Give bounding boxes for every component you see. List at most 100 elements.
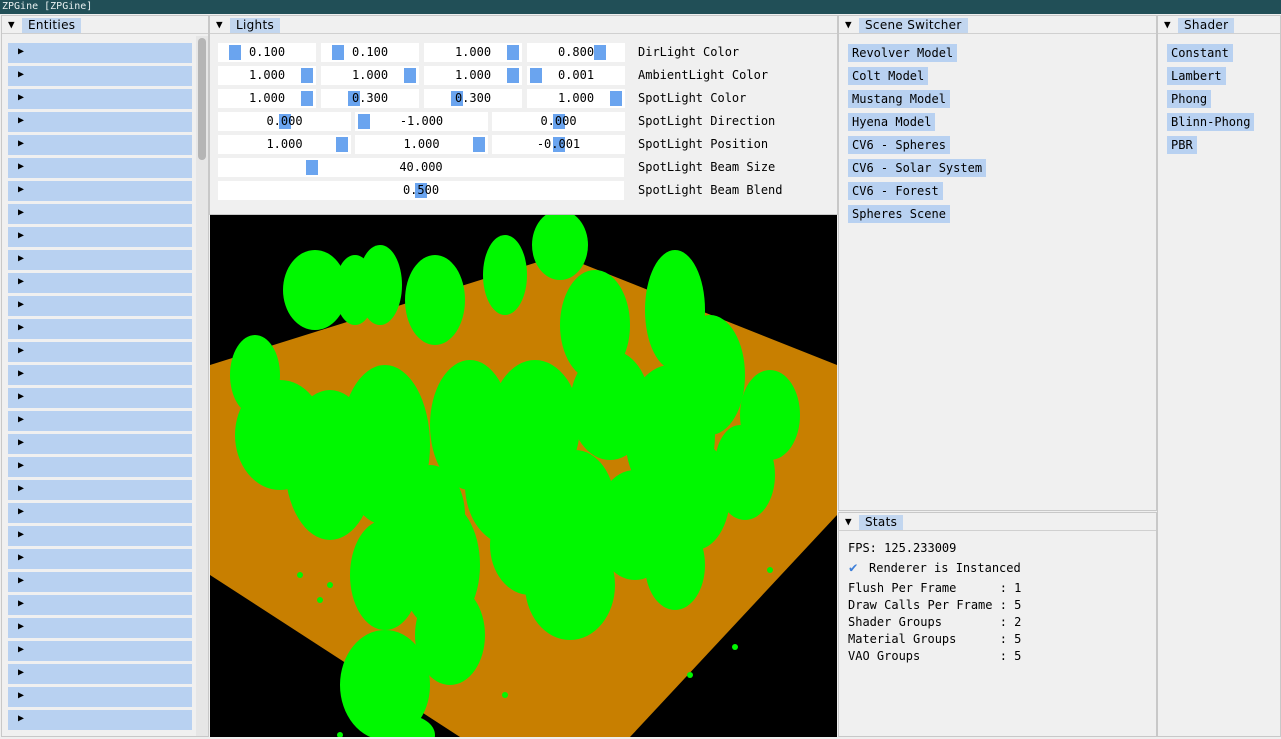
expand-triangle-icon[interactable]: ▶: [18, 621, 24, 632]
slider-grab[interactable]: [301, 68, 313, 83]
entity-row[interactable]: ▶: [8, 273, 192, 293]
expand-triangle-icon[interactable]: ▶: [18, 713, 24, 724]
expand-triangle-icon[interactable]: ▶: [18, 529, 24, 540]
slider-field[interactable]: 1.000: [321, 66, 419, 85]
entity-row[interactable]: ▶: [8, 710, 192, 730]
entity-row[interactable]: ▶: [8, 595, 192, 615]
expand-triangle-icon[interactable]: ▶: [18, 506, 24, 517]
entity-row[interactable]: ▶: [8, 181, 192, 201]
entity-row[interactable]: ▶: [8, 365, 192, 385]
expand-triangle-icon[interactable]: ▶: [18, 276, 24, 287]
slider-field[interactable]: 0.300: [321, 89, 419, 108]
slider-grab[interactable]: [473, 137, 485, 152]
shader-button[interactable]: Phong: [1167, 90, 1212, 108]
scene-button[interactable]: CV6 - Solar System: [848, 159, 987, 177]
entities-header[interactable]: ▼ Entities: [2, 16, 208, 34]
entity-row[interactable]: ▶: [8, 135, 192, 155]
entity-row[interactable]: ▶: [8, 480, 192, 500]
expand-triangle-icon[interactable]: ▶: [18, 230, 24, 241]
entity-row[interactable]: ▶: [8, 457, 192, 477]
renderer-instanced-label[interactable]: Renderer is Instanced: [869, 561, 1021, 575]
expand-triangle-icon[interactable]: ▶: [18, 207, 24, 218]
entity-row[interactable]: ▶: [8, 503, 192, 523]
slider-grab[interactable]: [610, 91, 622, 106]
collapse-triangle-icon[interactable]: ▼: [1164, 19, 1171, 31]
slider-field[interactable]: 1.000: [218, 66, 316, 85]
shader-title[interactable]: Shader: [1178, 18, 1235, 33]
entity-row[interactable]: ▶: [8, 549, 192, 569]
slider-grab[interactable]: [507, 45, 519, 60]
slider-field[interactable]: 0.500: [218, 181, 624, 200]
scene-button[interactable]: Colt Model: [848, 67, 929, 85]
slider-grab[interactable]: [306, 160, 319, 175]
expand-triangle-icon[interactable]: ▶: [18, 92, 24, 103]
slider-field[interactable]: 40.000: [218, 158, 624, 177]
expand-triangle-icon[interactable]: ▶: [18, 414, 24, 425]
expand-triangle-icon[interactable]: ▶: [18, 667, 24, 678]
entity-row[interactable]: ▶: [8, 204, 192, 224]
entity-row[interactable]: ▶: [8, 388, 192, 408]
entities-title[interactable]: Entities: [22, 18, 82, 33]
expand-triangle-icon[interactable]: ▶: [18, 368, 24, 379]
scene-button[interactable]: Spheres Scene: [848, 205, 950, 223]
expand-triangle-icon[interactable]: ▶: [18, 598, 24, 609]
scene-button[interactable]: CV6 - Forest: [848, 182, 943, 200]
entities-scrollbar[interactable]: [196, 36, 208, 736]
expand-triangle-icon[interactable]: ▶: [18, 115, 24, 126]
entity-row[interactable]: ▶: [8, 227, 192, 247]
collapse-triangle-icon[interactable]: ▼: [845, 19, 852, 31]
expand-triangle-icon[interactable]: ▶: [18, 69, 24, 80]
entity-row[interactable]: ▶: [8, 296, 192, 316]
slider-field[interactable]: 1.000: [218, 135, 351, 154]
scene-viewport[interactable]: [210, 215, 837, 737]
scene-switcher-title[interactable]: Scene Switcher: [859, 18, 968, 33]
shader-button[interactable]: PBR: [1167, 136, 1197, 154]
expand-triangle-icon[interactable]: ▶: [18, 345, 24, 356]
expand-triangle-icon[interactable]: ▶: [18, 690, 24, 701]
expand-triangle-icon[interactable]: ▶: [18, 161, 24, 172]
expand-triangle-icon[interactable]: ▶: [18, 483, 24, 494]
entity-row[interactable]: ▶: [8, 89, 192, 109]
shader-button[interactable]: Constant: [1167, 44, 1233, 62]
slider-grab[interactable]: [530, 68, 543, 83]
expand-triangle-icon[interactable]: ▶: [18, 460, 24, 471]
expand-triangle-icon[interactable]: ▶: [18, 322, 24, 333]
expand-triangle-icon[interactable]: ▶: [18, 138, 24, 149]
entity-row[interactable]: ▶: [8, 66, 192, 86]
shader-button[interactable]: Lambert: [1167, 67, 1226, 85]
entity-row[interactable]: ▶: [8, 572, 192, 592]
slider-grab[interactable]: [507, 68, 519, 83]
collapse-triangle-icon[interactable]: ▼: [216, 19, 223, 31]
slider-grab[interactable]: [404, 68, 416, 83]
expand-triangle-icon[interactable]: ▶: [18, 575, 24, 586]
slider-field[interactable]: 0.000: [218, 112, 351, 131]
scene-switcher-header[interactable]: ▼ Scene Switcher: [839, 16, 1156, 34]
slider-grab[interactable]: [229, 45, 241, 60]
slider-field[interactable]: 1.000: [527, 89, 625, 108]
slider-field[interactable]: 1.000: [218, 89, 316, 108]
slider-field[interactable]: 0.001: [527, 66, 625, 85]
slider-grab[interactable]: [332, 45, 344, 60]
stats-header[interactable]: ▼ Stats: [839, 513, 1156, 531]
expand-triangle-icon[interactable]: ▶: [18, 391, 24, 402]
expand-triangle-icon[interactable]: ▶: [18, 46, 24, 57]
slider-field[interactable]: 0.800: [527, 43, 625, 62]
scene-button[interactable]: Hyena Model: [848, 113, 936, 131]
collapse-triangle-icon[interactable]: ▼: [845, 516, 852, 528]
entity-row[interactable]: ▶: [8, 641, 192, 661]
slider-grab[interactable]: [358, 114, 370, 129]
entity-row[interactable]: ▶: [8, 158, 192, 178]
slider-field[interactable]: 0.300: [424, 89, 522, 108]
entity-row[interactable]: ▶: [8, 526, 192, 546]
slider-field[interactable]: 0.000: [492, 112, 625, 131]
stats-title[interactable]: Stats: [859, 515, 904, 530]
entity-row[interactable]: ▶: [8, 434, 192, 454]
slider-grab[interactable]: [594, 45, 606, 60]
entity-row[interactable]: ▶: [8, 342, 192, 362]
expand-triangle-icon[interactable]: ▶: [18, 437, 24, 448]
entity-row[interactable]: ▶: [8, 112, 192, 132]
expand-triangle-icon[interactable]: ▶: [18, 299, 24, 310]
slider-field[interactable]: 1.000: [355, 135, 488, 154]
slider-field[interactable]: 0.100: [321, 43, 419, 62]
expand-triangle-icon[interactable]: ▶: [18, 253, 24, 264]
